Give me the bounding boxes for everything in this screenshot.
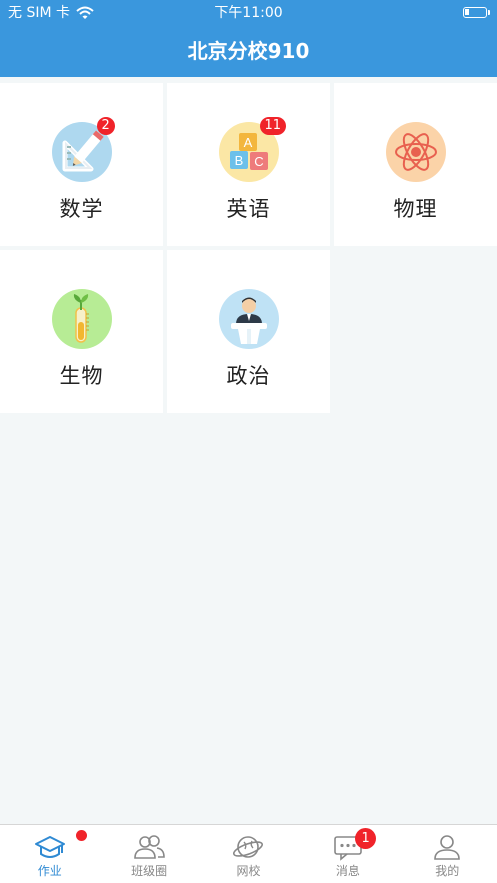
subject-tile-english[interactable]: A B C 11 英语 [167,83,330,246]
subject-label: 英语 [226,197,271,221]
subject-badge: 2 [96,117,115,135]
tab-label: 消息 [335,864,360,878]
notification-dot [76,830,87,841]
tab-profile[interactable]: 我的 [398,825,497,883]
tab-label: 我的 [435,864,460,878]
svg-text:C: C [254,154,263,169]
tab-label: 班级圈 [131,864,168,878]
profile-icon [434,835,461,860]
biology-plant-icon [51,289,112,349]
tab-messages[interactable]: 消息 1 [298,825,397,883]
top-bar: 无 SIM 卡 下午11:00 北京分校910 [0,0,497,77]
subject-tile-politics[interactable]: 政治 [167,250,330,413]
subject-label: 政治 [226,364,271,388]
page-title: 北京分校910 [187,39,310,63]
tab-class-circle[interactable]: 班级圈 [99,825,198,883]
homework-hat-icon [34,836,65,858]
subject-tile-math[interactable]: 2 数学 [0,83,163,246]
tab-label: 作业 [37,864,62,878]
subject-label: 生物 [59,364,104,388]
svg-text:A: A [243,135,252,150]
subject-tile-biology[interactable]: 生物 [0,250,163,413]
bottom-tab-bar: 作业 班级圈 网校 消息 1 我的 [0,824,497,883]
status-time: 下午11:00 [214,5,283,21]
tab-homework[interactable]: 作业 [0,825,99,883]
politics-speaker-icon [218,289,279,349]
physics-atom-icon [385,122,446,182]
subject-label: 物理 [393,197,438,221]
class-circle-icon [134,835,165,859]
subject-badge: 11 [259,117,287,135]
svg-text:B: B [234,153,243,168]
subject-label: 数学 [59,197,104,221]
subject-tile-physics[interactable]: 物理 [334,83,497,246]
tab-web-school[interactable]: 网校 [199,825,298,883]
web-school-globe-icon [233,836,264,858]
status-bar: 无 SIM 卡 下午11:00 [0,0,497,26]
battery-icon [463,7,490,18]
tab-label: 网校 [236,864,261,878]
message-badge: 1 [355,828,377,849]
